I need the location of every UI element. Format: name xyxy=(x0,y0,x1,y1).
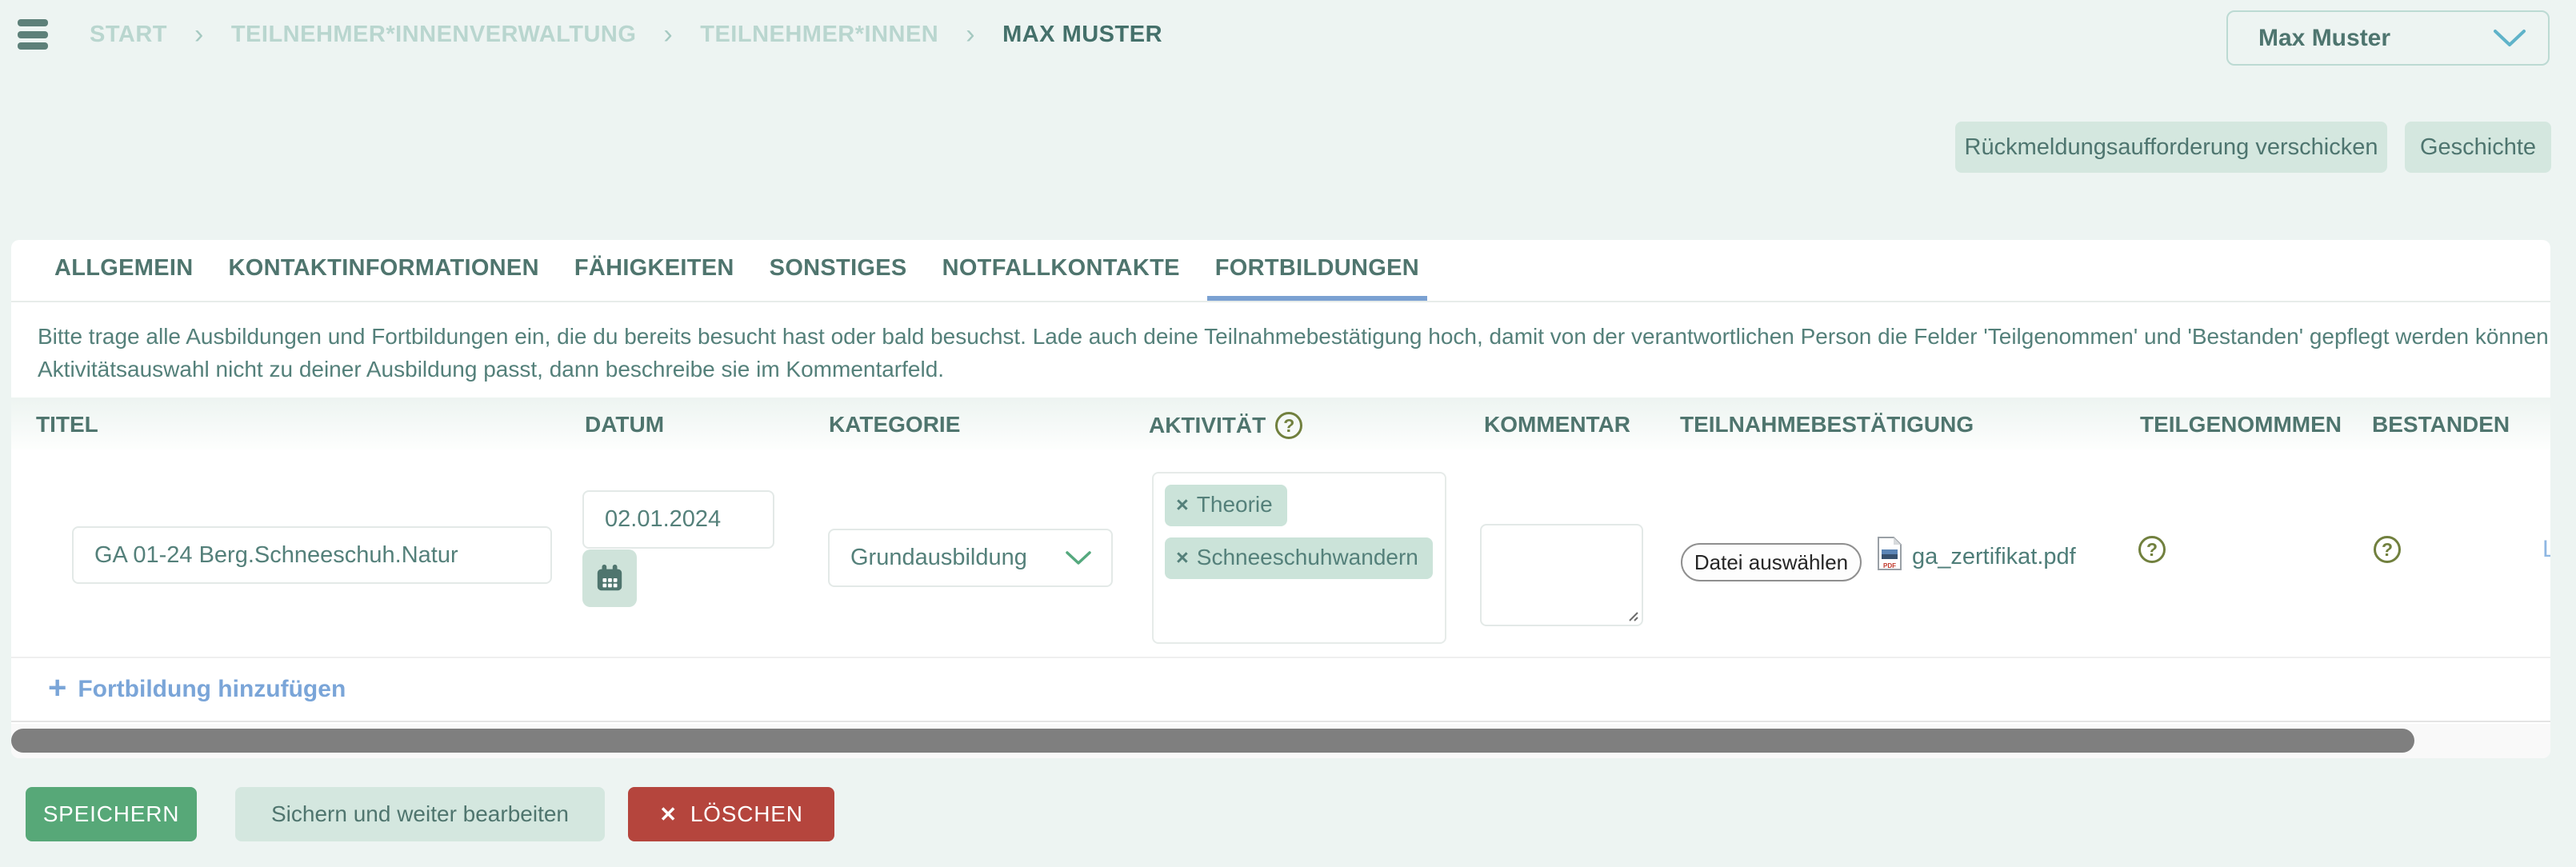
delete-button-label: LÖSCHEN xyxy=(690,801,803,827)
save-button[interactable]: SPEICHERN xyxy=(26,787,197,841)
teilgenommen-help-icon[interactable]: ? xyxy=(2138,536,2166,563)
uploaded-file-link[interactable]: ga_zertifikat.pdf xyxy=(1912,544,2076,570)
chevron-right-icon: › xyxy=(194,21,204,48)
delete-button[interactable]: ✕ LÖSCHEN xyxy=(628,787,834,841)
tag-label: Theorie xyxy=(1197,492,1273,517)
breadcrumb-teilnehmer[interactable]: TEILNEHMER*INNEN xyxy=(700,22,938,48)
user-dropdown-value: Max Muster xyxy=(2258,25,2390,52)
breadcrumb: START › TEILNEHMER*INNENVERWALTUNG › TEI… xyxy=(90,21,1162,48)
kategorie-select-value: Grundausbildung xyxy=(850,545,1027,571)
bestanden-help-icon[interactable]: ? xyxy=(2374,536,2401,563)
help-icon[interactable]: ? xyxy=(1275,412,1302,439)
column-header-datum: DATUM xyxy=(585,412,664,437)
remove-tag-icon[interactable]: × xyxy=(1176,494,1189,516)
row-delete-link[interactable]: Löschen xyxy=(2542,536,2550,563)
remove-tag-icon[interactable]: × xyxy=(1176,547,1189,569)
breadcrumb-start[interactable]: START xyxy=(90,22,167,48)
intro-line-2: Aktivitätsauswahl nicht zu deiner Ausbil… xyxy=(38,353,2550,386)
user-dropdown[interactable]: Max Muster xyxy=(2226,10,2550,66)
tab-fortbildungen[interactable]: FORTBILDUNGEN xyxy=(1207,240,1427,301)
column-header-bestanden: BESTANDEN xyxy=(2372,412,2510,437)
chevron-down-icon xyxy=(2492,28,2527,49)
pdf-file-icon: PDF xyxy=(1877,536,1902,571)
column-header-teilgenommen: TEILGENOMMMEN xyxy=(2140,412,2342,437)
feedback-request-button[interactable]: Rückmeldungsaufforderung verschicken xyxy=(1955,122,2387,173)
column-header-teilnahmebestaetigung: TEILNAHMEBESTÄTIGUNG xyxy=(1680,412,1974,437)
tag-label: Schneeschuhwandern xyxy=(1197,545,1418,570)
chevron-right-icon: › xyxy=(663,21,673,48)
file-select-button[interactable]: Datei auswählen xyxy=(1681,543,1862,581)
intro-line-1: Bitte trage alle Ausbildungen und Fortbi… xyxy=(38,320,2550,353)
chevron-down-icon xyxy=(1065,550,1092,566)
tab-allgemein[interactable]: ALLGEMEIN xyxy=(46,240,201,301)
kategorie-select[interactable]: Grundausbildung xyxy=(828,529,1113,587)
menu-bar xyxy=(18,42,48,50)
save-and-continue-button[interactable]: Sichern und weiter bearbeiten xyxy=(235,787,605,841)
calendar-icon xyxy=(594,563,625,593)
table-header-row: TITEL DATUM KATEGORIE AKTIVITÄT ? KOMMEN… xyxy=(11,398,2550,449)
chevron-right-icon: › xyxy=(966,21,975,48)
menu-bar xyxy=(18,31,48,38)
column-header-aktivitaet: AKTIVITÄT ? xyxy=(1149,412,1302,439)
add-fortbildung-label: Fortbildung hinzufügen xyxy=(78,676,346,703)
add-fortbildung-button[interactable]: + Fortbildung hinzufügen xyxy=(48,673,346,705)
breadcrumb-verwaltung[interactable]: TEILNEHMER*INNENVERWALTUNG xyxy=(231,22,637,48)
breadcrumb-current-max-muster: MAX MUSTER xyxy=(1002,22,1162,48)
column-header-kommentar: KOMMENTAR xyxy=(1484,412,1630,437)
history-button[interactable]: Geschichte xyxy=(2405,122,2551,173)
tab-bar: ALLGEMEIN KONTAKTINFORMATIONEN FÄHIGKEIT… xyxy=(11,240,2550,302)
intro-text: Bitte trage alle Ausbildungen und Fortbi… xyxy=(38,320,2550,386)
close-icon: ✕ xyxy=(659,802,678,827)
teilnehmer-detail-page: START › TEILNEHMER*INNENVERWALTUNG › TEI… xyxy=(0,0,2576,867)
tab-kontaktinformationen[interactable]: KONTAKTINFORMATIONEN xyxy=(220,240,546,301)
menu-bar xyxy=(18,19,48,26)
aktivitaet-tag-theorie: × Theorie xyxy=(1165,485,1287,526)
titel-input[interactable] xyxy=(72,526,552,584)
tab-notfallkontakte[interactable]: NOTFALLKONTAKTE xyxy=(934,240,1188,301)
kommentar-textarea[interactable] xyxy=(1480,524,1643,626)
column-header-kategorie: KATEGORIE xyxy=(829,412,960,437)
scrollbar-thumb[interactable] xyxy=(11,729,2414,753)
column-header-titel: TITEL xyxy=(36,412,98,437)
fortbildungen-panel: ALLGEMEIN KONTAKTINFORMATIONEN FÄHIGKEIT… xyxy=(11,240,2550,758)
calendar-button[interactable] xyxy=(582,549,637,607)
table-row: Grundausbildung × Theorie × Schneeschuhw… xyxy=(11,449,2550,658)
tab-faehigkeiten[interactable]: FÄHIGKEITEN xyxy=(566,240,742,301)
plus-icon: + xyxy=(48,672,66,704)
svg-text:PDF: PDF xyxy=(1883,562,1896,569)
tab-sonstiges[interactable]: SONSTIGES xyxy=(762,240,915,301)
aktivitaet-tag-schneeschuhwandern: × Schneeschuhwandern xyxy=(1165,537,1433,579)
aktivitaet-multiselect[interactable]: × Theorie × Schneeschuhwandern xyxy=(1152,472,1446,644)
kommentar-cell xyxy=(1480,524,1643,626)
datum-input[interactable] xyxy=(582,490,774,549)
menu-icon[interactable] xyxy=(18,19,48,50)
add-row: + Fortbildung hinzufügen xyxy=(11,658,2550,722)
horizontal-scrollbar[interactable] xyxy=(11,724,2550,758)
